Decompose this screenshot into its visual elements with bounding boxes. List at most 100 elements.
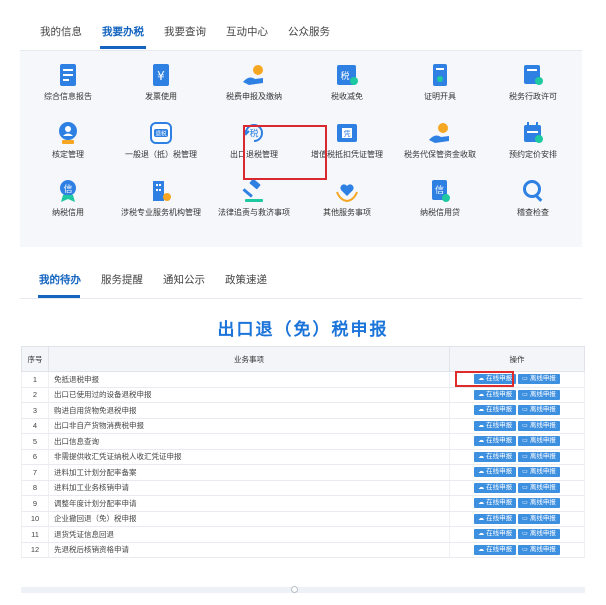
calendar-icon [524,122,543,143]
tile-general-refund[interactable]: 退税 一般退（抵）税管理 [118,120,204,160]
svg-text:¥: ¥ [157,69,165,83]
tile-label: 税务代保管资金收取 [404,150,476,159]
online-declare-button[interactable]: ☁ 在线申报 [474,451,517,462]
row-number: 7 [21,464,49,481]
table-header: 序号 业务事项 操作 [21,346,585,372]
cloud-upload-icon: ☁ [478,422,485,429]
online-declare-button[interactable]: ☁ 在线申报 [474,467,517,478]
license-doc-icon [524,65,543,85]
tile-comprehensive-report[interactable]: 综合信息报告 [25,62,111,102]
scroll-handle[interactable] [291,586,298,593]
credit-medal-icon: 信 [60,180,76,202]
online-declare-button[interactable]: ☁ 在线申报 [474,389,517,400]
table-row: 5 出口信息查询 ☁ 在线申报 ▭ 离线申报 [21,433,585,450]
offline-declare-button[interactable]: ▭ 离线申报 [518,451,560,462]
table-row: 2 出口已使用过的设备退税申报 ☁ 在线申报 ▭ 离线申报 [21,387,585,403]
table-row: 4 出口非自产货物消费税申报 ☁ 在线申报 ▭ 离线申报 [21,418,585,434]
row-operations: ☁ 在线申报 ▭ 离线申报 [449,526,585,543]
table-row: 11 退货凭证信息回退 ☁ 在线申报 ▭ 离线申报 [21,526,585,543]
tab-notice[interactable]: 通知公示 [163,272,205,287]
tile-tax-credit[interactable]: 信 纳税信用 [25,178,111,218]
active-tab-underline [100,46,146,49]
tab-policy-express[interactable]: 政策速递 [225,272,267,287]
tile-tax-reduction[interactable]: 税 税收减免 [304,62,390,102]
page-title: 出口退（免）税申报 [217,320,389,339]
tile-label: 稽查检查 [517,208,549,217]
monitor-icon: ▭ [522,500,528,507]
tax-reduce-icon: 税 [337,65,358,85]
row-business-item: 购进自用货物免退税申报 [48,402,450,419]
monitor-icon: ▭ [522,531,528,538]
offline-declare-button[interactable]: ▭ 离线申报 [518,374,560,385]
offline-declare-button[interactable]: ▭ 离线申报 [518,482,560,493]
row-number: 6 [21,449,49,465]
voucher-icon: 凭 [337,124,357,142]
online-declare-button[interactable]: ☁ 在线申报 [474,513,517,524]
cloud-upload-icon: ☁ [478,515,485,522]
online-declare-button[interactable]: ☁ 在线申报 [474,544,517,555]
tab-my-todo[interactable]: 我的待办 [39,272,81,287]
tab-public-service[interactable]: 公众服务 [288,24,330,39]
tile-label: 综合信息报告 [44,92,92,101]
tile-custody-funds[interactable]: 税务代保管资金收取 [397,120,483,160]
tile-label: 税务行政许可 [509,92,557,101]
offline-declare-button[interactable]: ▭ 离线申报 [518,420,560,431]
row-business-item: 出口已使用过的设备退税申报 [48,387,450,403]
horizontal-scrollbar[interactable] [21,587,585,593]
tile-credit-loan[interactable]: 信 纳税信用贷 [397,178,483,218]
row-business-item: 先退税后核销资格申请 [48,542,450,558]
tab-service-reminder[interactable]: 服务提醒 [101,272,143,287]
online-declare-button[interactable]: ☁ 在线申报 [474,529,517,540]
cloud-upload-icon: ☁ [478,500,485,507]
offline-declare-button[interactable]: ▭ 离线申报 [518,405,560,416]
offline-declare-button[interactable]: ▭ 离线申报 [518,498,560,509]
tile-professional-agency[interactable]: 涉税专业服务机构管理 [118,178,204,218]
active-tab-underline [38,295,80,298]
offline-declare-label: 离线申报 [529,390,556,398]
online-declare-button[interactable]: ☁ 在线申报 [474,482,517,493]
offline-declare-button[interactable]: ▭ 离线申报 [518,529,560,540]
tile-pricing-arrangement[interactable]: 预约定价安排 [490,120,576,160]
row-number: 1 [21,371,49,388]
todo-tabs: 我的待办 服务提醒 通知公示 政策速递 [20,262,582,299]
tab-my-info[interactable]: 我的信息 [40,24,82,39]
monitor-icon: ▭ [522,546,528,553]
tile-other-services[interactable]: 其他服务事项 [304,178,390,218]
offline-declare-label: 离线申报 [529,483,556,491]
online-declare-button[interactable]: ☁ 在线申报 [474,498,517,509]
tile-assessment-mgmt[interactable]: 核定管理 [25,120,111,160]
offline-declare-label: 离线申报 [529,545,556,553]
online-declare-button[interactable]: ☁ 在线申报 [474,420,517,431]
tab-query[interactable]: 我要查询 [164,24,206,39]
online-declare-label: 在线申报 [486,406,513,414]
tile-invoice[interactable]: ¥ 发票使用 [118,62,204,102]
tile-admin-license[interactable]: 税务行政许可 [490,62,576,102]
tab-tax-handling[interactable]: 我要办税 [102,24,144,39]
offline-declare-button[interactable]: ▭ 离线申报 [518,467,560,478]
online-declare-button[interactable]: ☁ 在线申报 [474,405,517,416]
svg-text:信: 信 [435,184,444,196]
tab-interaction[interactable]: 互动中心 [226,24,268,39]
table-row: 8 进料加工业务核销申请 ☁ 在线申报 ▭ 离线申报 [21,480,585,496]
monitor-icon: ▭ [522,453,528,460]
offline-declare-button[interactable]: ▭ 离线申报 [518,544,560,555]
offline-declare-button[interactable]: ▭ 离线申报 [518,389,560,400]
hand-money-icon [429,123,449,143]
online-declare-button[interactable]: ☁ 在线申报 [474,436,517,447]
row-operations: ☁ 在线申报 ▭ 离线申报 [449,418,585,434]
online-declare-label: 在线申报 [486,390,513,398]
tile-inspection[interactable]: 稽查检查 [490,178,576,218]
offline-declare-button[interactable]: ▭ 离线申报 [518,513,560,524]
offline-declare-button[interactable]: ▭ 离线申报 [518,436,560,447]
tile-tax-declare-pay[interactable]: 税费申报及缴纳 [211,62,297,102]
tile-label: 证明开具 [424,92,456,101]
tile-certificate[interactable]: 证明开具 [397,62,483,102]
tile-legal-remedy[interactable]: 法律追责与救济事项 [211,178,297,218]
table-row: 7 进料加工计划分配率备案 ☁ 在线申报 ▭ 离线申报 [21,464,585,481]
monitor-icon: ▭ [522,515,528,522]
cloud-upload-icon: ☁ [478,469,485,476]
row-business-item: 非需提供收汇凭证纳税人收汇凭证申报 [48,449,450,465]
header-no: 序号 [21,346,49,372]
cloud-upload-icon: ☁ [478,391,485,398]
table-row: 12 先退税后核销资格申请 ☁ 在线申报 ▭ 离线申报 [21,542,585,558]
